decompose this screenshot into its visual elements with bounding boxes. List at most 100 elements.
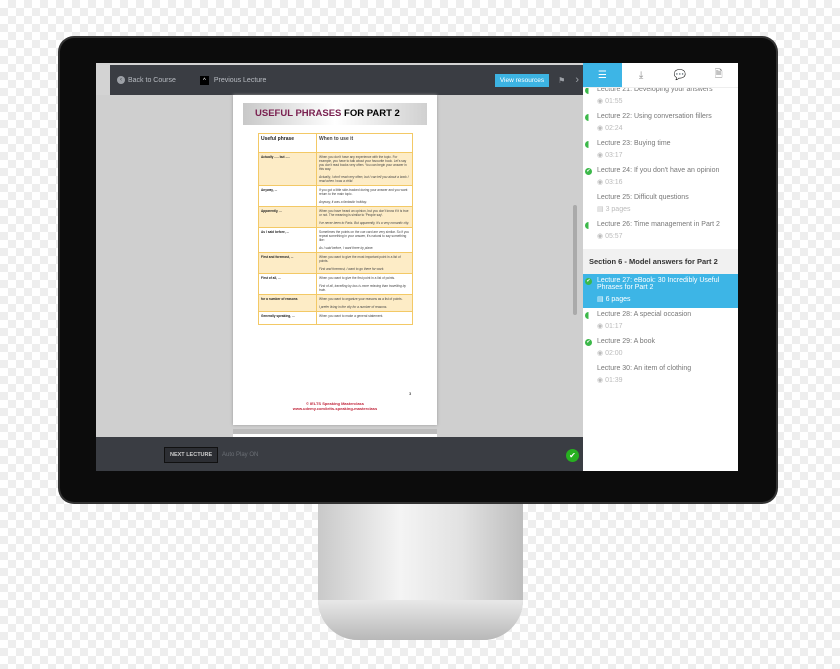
phrase-cell: for a number of reasons	[258, 294, 317, 312]
progress-half-icon	[585, 141, 592, 148]
lecture-item[interactable]: Lecture 30: An item of clothing ◉ 01:39	[583, 362, 738, 389]
autoplay-toggle[interactable]: Auto Play ON	[222, 452, 258, 458]
clock-icon: ◉	[597, 377, 604, 384]
lecture-list: Lecture 21: Developing your answers ◉ 01:…	[583, 83, 738, 389]
usage-text: When you don't have any experience with …	[319, 155, 407, 171]
document-page: USEFUL PHRASES FOR PART 2 Useful phrase W…	[233, 95, 437, 425]
clock-icon: ◉	[597, 125, 604, 132]
usage-text: Sometimes the points on the cue card are…	[319, 230, 409, 242]
lecture-item[interactable]: ✔ Lecture 24: If you don't have an opinio…	[583, 164, 738, 191]
usage-text: When you have heard an opinion, but you …	[319, 209, 409, 217]
phrase-cell: First and foremost, ...	[258, 252, 317, 274]
lecture-title: Lecture 29: A book	[597, 338, 655, 345]
clock-icon: ◉	[597, 233, 604, 240]
tab-downloads[interactable]: ⤓	[622, 63, 661, 87]
monitor-stand-base	[318, 600, 523, 640]
phrase-cell: Apparently, ...	[258, 206, 317, 228]
clock-icon: ◉	[597, 350, 604, 357]
chevron-right-icon[interactable]: ›	[575, 74, 579, 86]
header-cell: When to use it	[316, 133, 413, 153]
table-header-row: Useful phrase When to use it	[258, 133, 413, 153]
pages-icon: ▤	[597, 296, 604, 303]
footer-url: www.udemy.com/ielts-speaking-masterclass	[292, 406, 378, 411]
lecture-item[interactable]: Lecture 23: Buying time ◉ 03:17	[583, 137, 738, 164]
page-footer: © IELTS Speaking Masterclass www.udemy.co…	[233, 401, 437, 411]
usage-cell: When you don't have any experience with …	[316, 152, 413, 186]
previous-lecture-button[interactable]: ^ Previous Lecture	[199, 75, 266, 85]
pages-icon: ▤	[597, 206, 604, 213]
next-lecture-button[interactable]: NEXT LECTURE	[164, 447, 219, 463]
lecture-duration: 02:24	[605, 125, 623, 132]
example-text: As I said before, I want there by plane.	[319, 246, 374, 250]
usage-text: When you want to make a general statemen…	[319, 314, 384, 318]
list-icon: ☰	[597, 69, 607, 81]
monitor-screen: ‹ Back to Course ^ Previous Lecture View r…	[96, 63, 738, 471]
lecture-meta: ◉ 05:57	[597, 232, 730, 240]
lecture-meta: ◉ 02:00	[597, 349, 730, 357]
lecture-meta: ◉ 01:17	[597, 322, 730, 330]
page-title: USEFUL PHRASES FOR PART 2	[243, 103, 427, 125]
clock-icon: ◉	[597, 323, 604, 330]
lecture-meta: ▤ 3 pages	[597, 205, 730, 213]
lecture-item[interactable]: ✔ Lecture 29: A book ◉ 02:00	[583, 335, 738, 362]
chevron-up-icon: ^	[199, 75, 209, 85]
lecture-meta: ◉ 03:16	[597, 178, 730, 186]
lecture-duration: 03:16	[605, 179, 623, 186]
lecture-item[interactable]: Lecture 26: Time management in Part 2 ◉ 0…	[583, 218, 738, 245]
sidebar-tabs: ☰ ⤓ 💬 🗎	[583, 63, 738, 88]
progress-half-icon	[585, 114, 592, 121]
phrase-cell: As I said before, ...	[258, 227, 317, 253]
usage-text: When you want to give the first point in…	[319, 276, 396, 280]
usage-cell: When you want to organize your reasons a…	[316, 294, 413, 312]
view-resources-button[interactable]: View resources	[494, 73, 550, 87]
example-text: Anyway, it was a fantastic holiday.	[319, 200, 367, 204]
lecture-item[interactable]: ✔ Lecture 27: eBook: 30 Incredibly Useful…	[583, 274, 738, 308]
flag-icon[interactable]: ⚑	[558, 76, 565, 85]
complete-check-icon[interactable]: ✔	[566, 449, 579, 462]
lecture-item[interactable]: Lecture 28: A special occasion ◉ 01:17	[583, 308, 738, 335]
title-part-b: FOR PART 2	[341, 108, 400, 119]
tab-discussions[interactable]: 💬	[661, 63, 700, 87]
back-to-course-button[interactable]: ‹ Back to Course	[117, 76, 176, 84]
lecture-title: Lecture 23: Buying time	[597, 140, 671, 147]
download-icon: ⤓	[638, 69, 644, 81]
curriculum-sidebar: Lecture 21: Developing your answers ◉ 01:…	[583, 63, 738, 471]
back-arrow-icon: ‹	[117, 76, 125, 84]
lecture-meta: ▤ 6 pages	[597, 295, 730, 303]
lecture-duration: 03:17	[605, 152, 623, 159]
table-row: Generally speaking, ... When you want to …	[258, 311, 413, 325]
lecture-meta: ◉ 01:39	[597, 376, 730, 384]
usage-cell: When you want to make a general statemen…	[316, 311, 413, 325]
lecture-title: Lecture 25: Difficult questions	[597, 194, 689, 201]
section-header: Section 6 - Model answers for Part 2	[583, 249, 738, 274]
example-text: First and foremost, I want to go there f…	[319, 267, 385, 271]
bottom-bar: NEXT LECTURE Auto Play ON ✔	[96, 437, 583, 471]
usage-text: When you want to organize your reasons a…	[319, 297, 403, 301]
example-text: I prefer living in the city for a number…	[319, 305, 388, 309]
clock-icon: ◉	[597, 179, 604, 186]
back-label: Back to Course	[128, 76, 176, 84]
clock-icon: ◉	[597, 98, 604, 105]
tab-curriculum[interactable]: ☰	[583, 63, 622, 87]
scrollbar[interactable]	[573, 205, 577, 315]
title-part-a: USEFUL PHRASES	[255, 108, 342, 119]
example-text: Actually, I don't read very often, but I…	[319, 175, 409, 183]
usage-cell: When you want to give the first point in…	[316, 273, 413, 295]
usage-text: When you want to give the most important…	[319, 255, 401, 263]
phrase-cell: Generally speaking, ...	[258, 311, 317, 325]
progress-half-icon	[585, 222, 592, 229]
lecture-duration: 05:57	[605, 233, 623, 240]
table-row: for a number of reasons When you want to …	[258, 294, 413, 312]
tab-notes[interactable]: 🗎	[699, 63, 738, 87]
check-circle-icon: ✔	[585, 339, 592, 346]
lecture-duration: 6 pages	[605, 296, 631, 303]
progress-half-icon	[585, 312, 592, 319]
lecture-item[interactable]: Lecture 22: Using conversation fillers ◉ …	[583, 110, 738, 137]
lecture-meta: ◉ 03:17	[597, 151, 730, 159]
header-cell: Useful phrase	[258, 133, 317, 153]
lecture-meta: ◉ 02:24	[597, 124, 730, 132]
table-row: First and foremost, ... When you want to …	[258, 252, 413, 274]
lecture-item[interactable]: Lecture 25: Difficult questions ▤ 3 pages	[583, 191, 738, 218]
table-row: Apparently, ... When you have heard an op…	[258, 206, 413, 228]
clock-icon: ◉	[597, 152, 604, 159]
